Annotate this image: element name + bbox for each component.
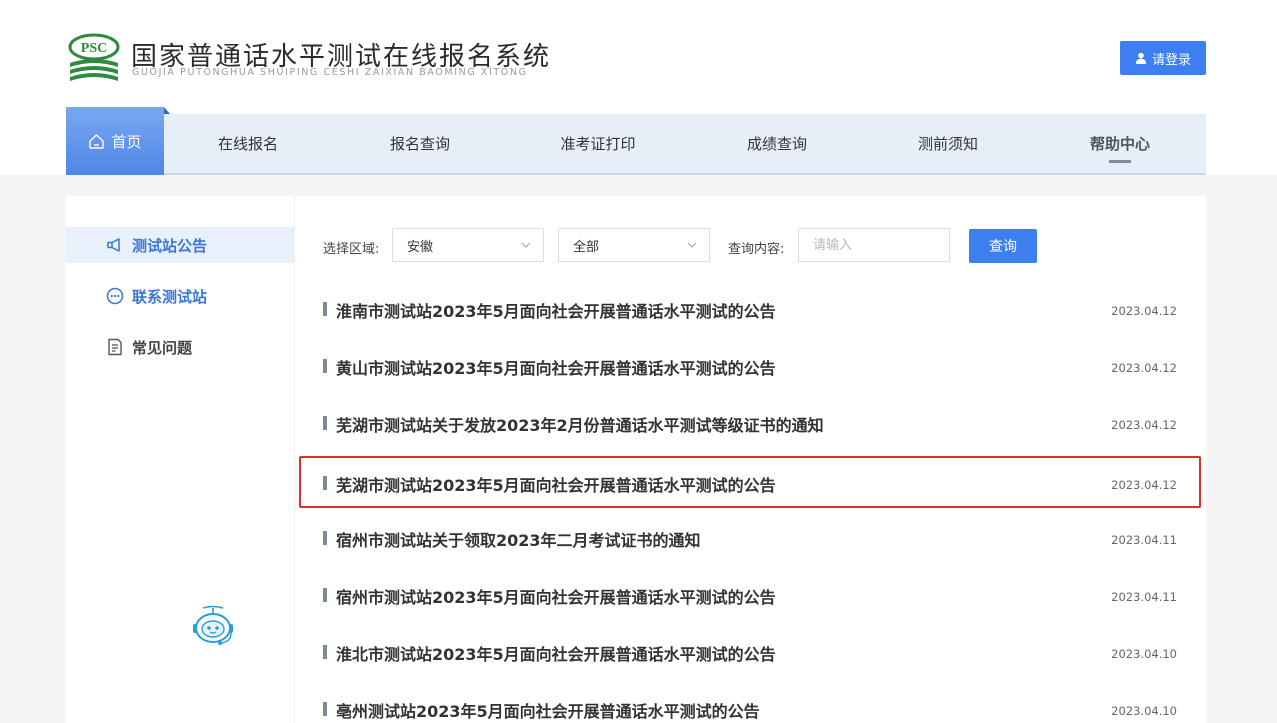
announcement-date: 2023.04.10 xyxy=(1111,647,1177,661)
list-item[interactable]: 亳州测试站2023年5月面向社会开展普通话水平测试的公告 2023.04.10 xyxy=(299,682,1201,723)
list-bullet xyxy=(323,702,327,716)
document-icon xyxy=(108,338,122,356)
announcement-date: 2023.04.10 xyxy=(1111,704,1177,718)
main-nav: 首页 在线报名 报名查询 准考证打印 成绩查询 测前须知 帮助中心 xyxy=(66,107,1206,175)
chevron-down-icon xyxy=(687,242,697,248)
nav-help-center[interactable]: 帮助中心 xyxy=(1064,114,1176,173)
list-item[interactable]: 宿州市测试站2023年5月面向社会开展普通话水平测试的公告 2023.04.11 xyxy=(299,568,1201,620)
announcement-date: 2023.04.12 xyxy=(1111,304,1177,318)
nav-home[interactable]: 首页 xyxy=(66,107,170,175)
list-bullet xyxy=(323,588,327,602)
list-item[interactable]: 芜湖市测试站关于发放2023年2月份普通话水平测试等级证书的通知 2023.04… xyxy=(299,396,1201,448)
site-subtitle: GUOJIA PUTONGHUA SHUIPING CESHI ZAIXIAN … xyxy=(132,67,528,78)
nav-pretest-notice[interactable]: 测前须知 xyxy=(892,114,1004,173)
announcement-title: 宿州市测试站2023年5月面向社会开展普通话水平测试的公告 xyxy=(336,588,776,607)
list-item[interactable]: 宿州市测试站关于领取2023年二月考试证书的通知 2023.04.11 xyxy=(299,511,1201,563)
announcement-title: 亳州测试站2023年5月面向社会开展普通话水平测试的公告 xyxy=(336,702,760,721)
sidebar-item-label: 常见问题 xyxy=(132,338,193,357)
scope-select-value: 全部 xyxy=(573,239,600,255)
list-bullet xyxy=(323,416,327,430)
login-label: 请登录 xyxy=(1151,52,1191,68)
list-item[interactable]: 淮南市测试站2023年5月面向社会开展普通话水平测试的公告 2023.04.12 xyxy=(299,282,1201,334)
login-button[interactable]: 请登录 xyxy=(1120,41,1206,75)
chevron-down-icon xyxy=(521,242,531,248)
sidebar-item-faq[interactable]: 常见问题 xyxy=(66,329,294,365)
announcement-title: 淮南市测试站2023年5月面向社会开展普通话水平测试的公告 xyxy=(336,302,776,321)
list-bullet xyxy=(323,476,327,490)
list-bullet xyxy=(323,645,327,659)
home-icon xyxy=(89,133,105,149)
nav-online-signup[interactable]: 在线报名 xyxy=(192,114,304,173)
search-input[interactable] xyxy=(798,228,950,262)
support-robot-icon[interactable] xyxy=(188,604,238,650)
query-label: 查询内容: xyxy=(728,242,785,257)
svg-text:PSC: PSC xyxy=(81,41,107,56)
region-label: 选择区域: xyxy=(323,242,380,257)
announcement-date: 2023.04.11 xyxy=(1111,590,1177,604)
nav-signup-query[interactable]: 报名查询 xyxy=(364,114,476,173)
announcement-title: 芜湖市测试站2023年5月面向社会开展普通话水平测试的公告 xyxy=(336,476,776,495)
sidebar-item-label: 测试站公告 xyxy=(132,236,208,255)
list-bullet xyxy=(323,302,327,316)
nav-admission-print[interactable]: 准考证打印 xyxy=(542,114,654,173)
announcement-date: 2023.04.11 xyxy=(1111,533,1177,547)
list-bullet xyxy=(323,359,327,373)
sidebar-item-label: 联系测试站 xyxy=(132,287,208,306)
chat-icon xyxy=(106,287,124,305)
user-icon xyxy=(1135,52,1147,64)
sidebar: 测试站公告 联系测试站 常见问题 xyxy=(66,196,295,723)
sidebar-item-contact[interactable]: 联系测试站 xyxy=(66,278,294,314)
announcement-title: 淮北市测试站2023年5月面向社会开展普通话水平测试的公告 xyxy=(336,645,776,664)
nav-home-label: 首页 xyxy=(111,132,142,151)
announcement-title: 宿州市测试站关于领取2023年二月考试证书的通知 xyxy=(336,531,701,550)
list-item[interactable]: 淮北市测试站2023年5月面向社会开展普通话水平测试的公告 2023.04.10 xyxy=(299,625,1201,677)
megaphone-icon xyxy=(107,238,120,252)
announcement-title: 芜湖市测试站关于发放2023年2月份普通话水平测试等级证书的通知 xyxy=(336,416,824,435)
list-item[interactable]: 黄山市测试站2023年5月面向社会开展普通话水平测试的公告 2023.04.12 xyxy=(299,339,1201,391)
sidebar-item-announcements[interactable]: 测试站公告 xyxy=(66,227,294,263)
content-panel: 测试站公告 联系测试站 常见问题 选择区域: 安徽 全部 查询内容: 请输入 查… xyxy=(66,196,1206,723)
announcement-date: 2023.04.12 xyxy=(1111,361,1177,375)
region-select[interactable]: 安徽 xyxy=(392,228,544,262)
list-item-highlighted[interactable]: 芜湖市测试站2023年5月面向社会开展普通话水平测试的公告 2023.04.12 xyxy=(299,456,1201,508)
scope-select[interactable]: 全部 xyxy=(558,228,710,262)
announcement-date: 2023.04.12 xyxy=(1111,478,1177,492)
list-bullet xyxy=(323,531,327,545)
query-button[interactable]: 查询 xyxy=(969,229,1037,263)
psc-logo: PSC xyxy=(66,33,122,85)
nav-score-query[interactable]: 成绩查询 xyxy=(721,114,833,173)
announcement-date: 2023.04.12 xyxy=(1111,418,1177,432)
announcement-title: 黄山市测试站2023年5月面向社会开展普通话水平测试的公告 xyxy=(336,359,776,378)
region-select-value: 安徽 xyxy=(407,239,434,255)
